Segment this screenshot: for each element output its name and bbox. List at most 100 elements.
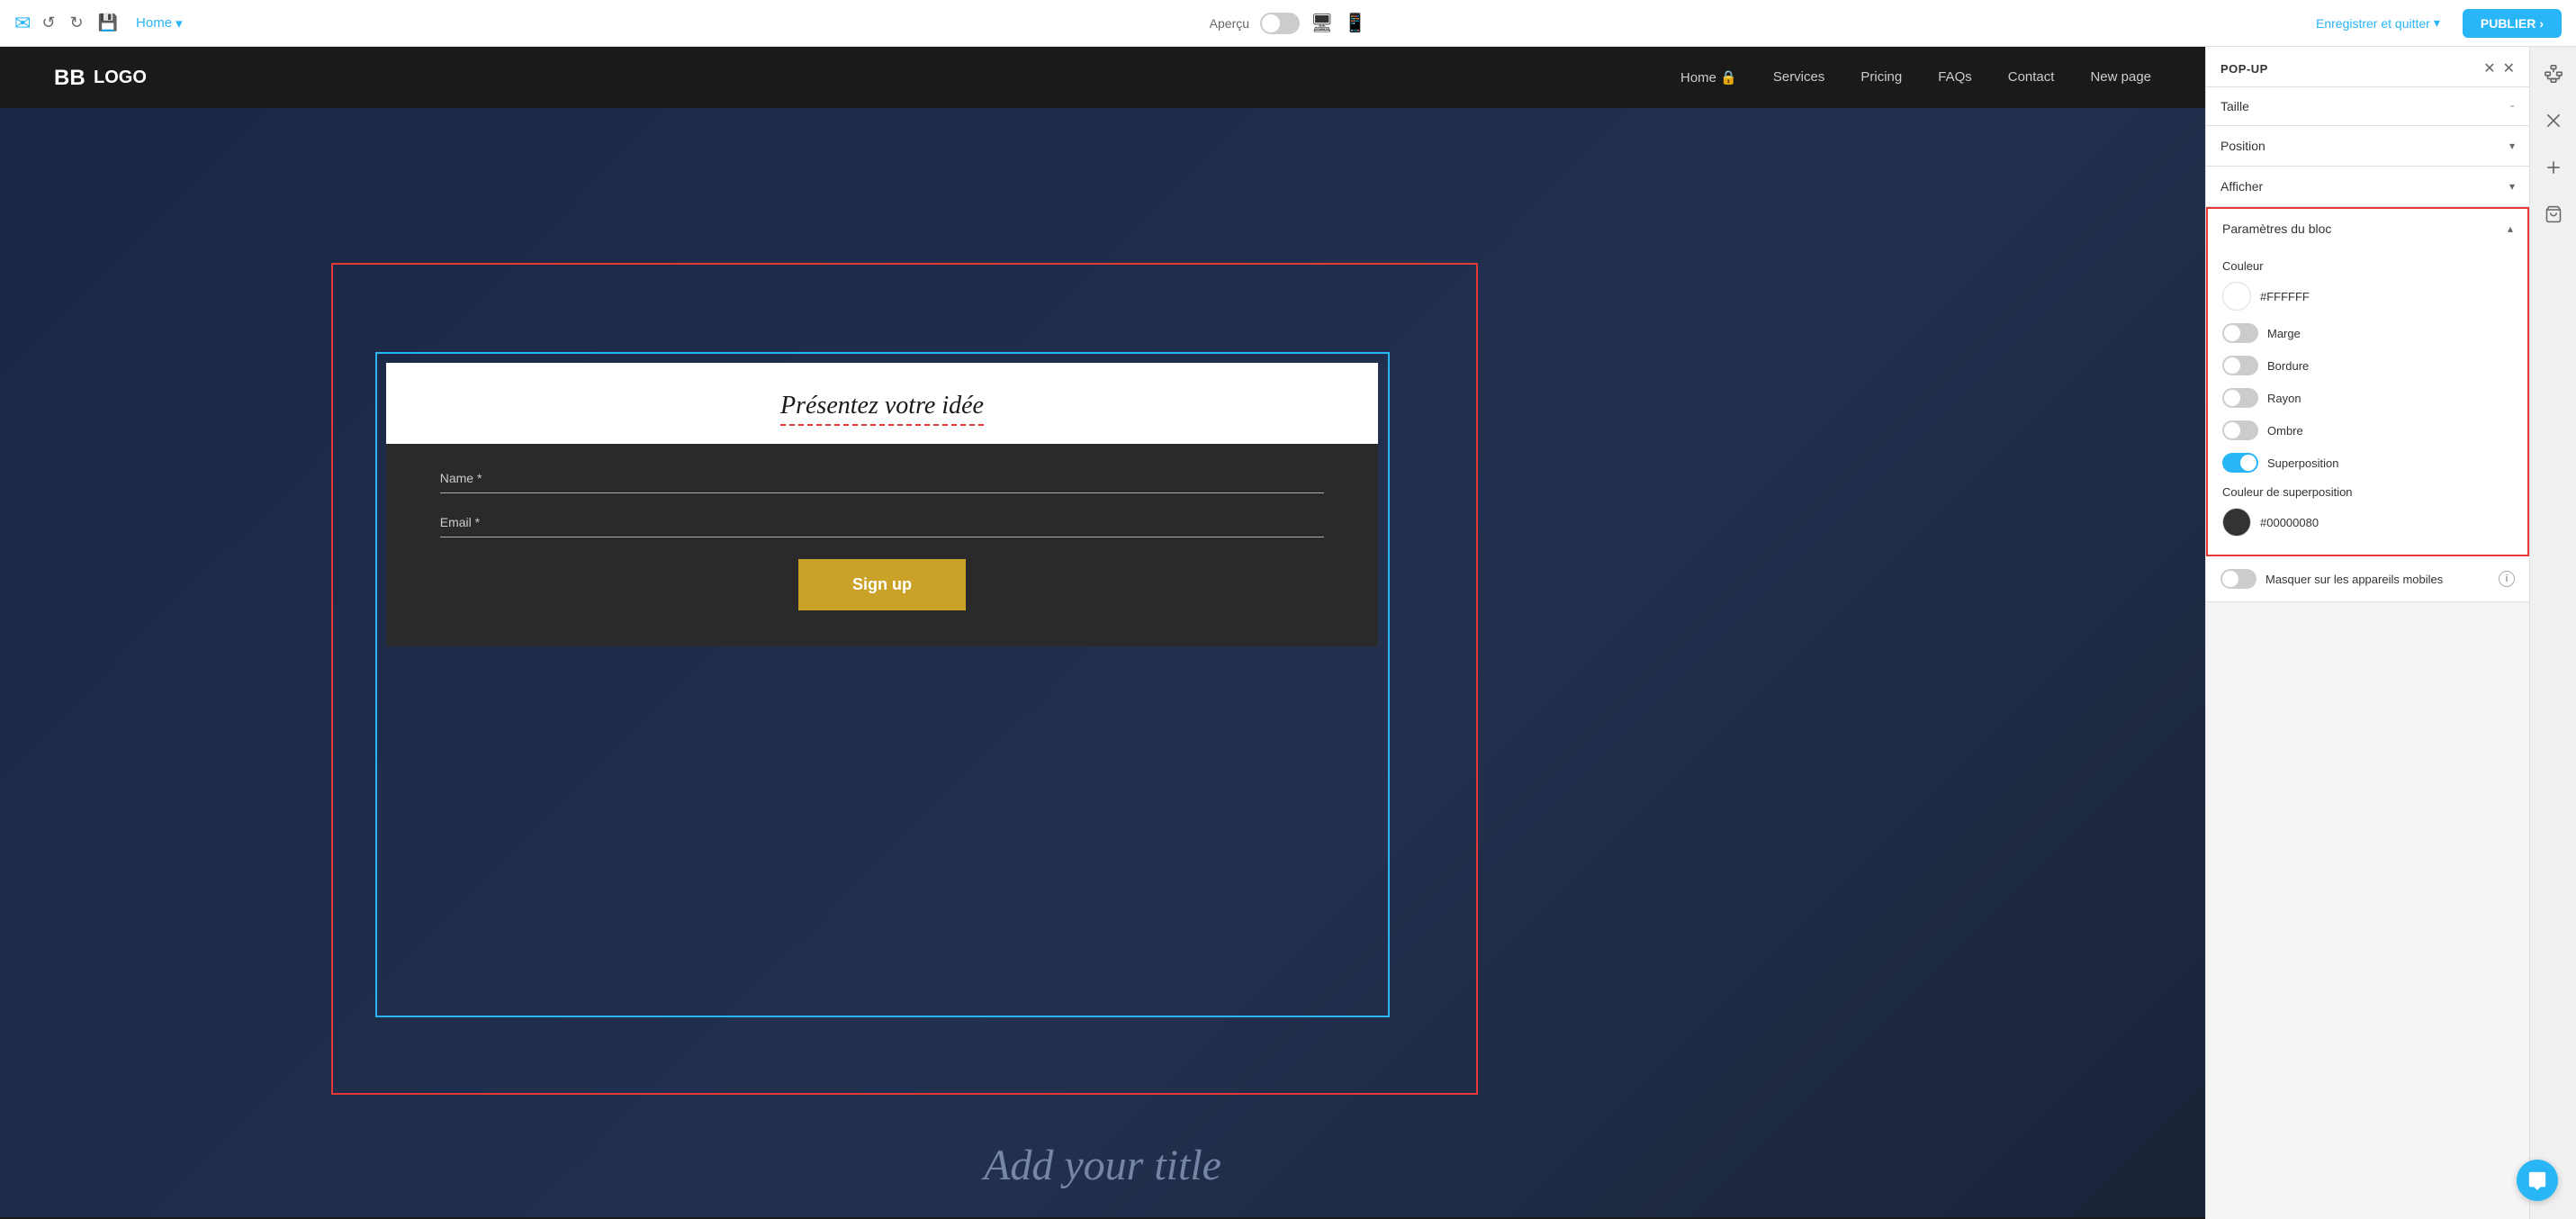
afficher-section: Afficher ▾ <box>2206 167 2529 207</box>
site-nav-links: Home 🔒 Services Pricing FAQs Contact New… <box>1680 69 2151 86</box>
mail-icon[interactable]: ✉ <box>14 12 31 35</box>
couleur-row: #FFFFFF <box>2222 282 2513 311</box>
bordure-label: Bordure <box>2267 359 2309 373</box>
sitemap-icon-button[interactable] <box>2537 58 2570 90</box>
taille-section: Taille - <box>2206 87 2529 126</box>
canvas: BB LOGO Home 🔒 Services Pricing FAQs Con… <box>0 47 2205 1219</box>
parametres-label: Paramètres du bloc <box>2222 221 2331 236</box>
overlay-color-label: Couleur de superposition <box>2222 485 2513 499</box>
marge-toggle[interactable] <box>2222 323 2258 343</box>
position-header[interactable]: Position ▾ <box>2206 126 2529 166</box>
position-chevron-icon: ▾ <box>2509 140 2515 152</box>
panel-header-actions: ✕ ✕ <box>2483 59 2515 77</box>
afficher-label: Afficher <box>2220 179 2263 194</box>
ombre-label: Ombre <box>2267 424 2303 438</box>
close-icon-button[interactable] <box>2537 104 2570 137</box>
position-label: Position <box>2220 139 2265 153</box>
parametres-section: Paramètres du bloc ▴ Couleur #FFFFFF Mar… <box>2206 207 2529 556</box>
rayon-toggle[interactable] <box>2222 388 2258 408</box>
far-right-sidebar <box>2529 47 2576 1219</box>
masquer-toggle[interactable] <box>2220 569 2256 589</box>
panel-header: POP-UP ✕ ✕ <box>2206 47 2529 87</box>
popup-title[interactable]: Présentez votre idée <box>780 392 984 426</box>
popup-form-area: Name * Email * Sign up <box>386 444 1379 646</box>
color-value: #FFFFFF <box>2260 290 2310 303</box>
topbar: ✉ ↺ ↻ 💾 Home ▾ Aperçu 🖥 📱 Enregistrer et… <box>0 0 2576 47</box>
parametres-chevron-icon: ▴ <box>2508 222 2513 235</box>
publish-button[interactable]: PUBLIER › <box>2463 9 2562 38</box>
ombre-toggle[interactable] <box>2222 420 2258 440</box>
couleur-label: Couleur <box>2222 259 2513 273</box>
save-button[interactable]: 💾 <box>95 10 122 36</box>
nav-item-services[interactable]: Services <box>1773 69 1825 86</box>
popup-box: Présentez votre idée Name * Email * Sign… <box>386 363 1379 646</box>
marge-label: Marge <box>2267 327 2301 340</box>
parametres-content: Couleur #FFFFFF Marge Bordure <box>2208 248 2527 555</box>
hero-title: Add your title <box>984 1141 1221 1190</box>
parametres-header[interactable]: Paramètres du bloc ▴ <box>2208 209 2527 248</box>
taille-label: Taille <box>2220 99 2249 113</box>
info-icon[interactable]: i <box>2499 571 2515 587</box>
marge-row: Marge <box>2222 323 2513 343</box>
svg-text:BB: BB <box>54 66 86 90</box>
bordure-toggle[interactable] <box>2222 356 2258 375</box>
superposition-toggle[interactable] <box>2222 453 2258 473</box>
home-nav-button[interactable]: Home ▾ <box>129 12 190 35</box>
site-nav: BB LOGO Home 🔒 Services Pricing FAQs Con… <box>0 47 2205 108</box>
afficher-header[interactable]: Afficher ▾ <box>2206 167 2529 206</box>
nav-item-home[interactable]: Home 🔒 <box>1680 69 1737 86</box>
nav-item-pricing[interactable]: Pricing <box>1860 69 1902 86</box>
apercu-toggle[interactable] <box>1260 13 1300 34</box>
logo-text: LOGO <box>94 68 147 88</box>
name-input-line[interactable] <box>440 492 1325 493</box>
overlay-color-value: #00000080 <box>2260 516 2319 529</box>
nav-item-faqs[interactable]: FAQs <box>1938 69 1972 86</box>
nav-item-newpage[interactable]: New page <box>2090 69 2151 86</box>
rayon-row: Rayon <box>2222 388 2513 408</box>
masquer-row: Masquer sur les appareils mobiles i <box>2206 556 2529 601</box>
panel-close-button[interactable]: ✕ <box>2503 59 2515 77</box>
overlay-color-swatch[interactable] <box>2222 508 2251 537</box>
logo-icon: BB <box>54 65 86 90</box>
redo-button[interactable]: ↻ <box>67 10 87 36</box>
chat-bubble[interactable] <box>2517 1160 2558 1201</box>
taille-value: - <box>2510 98 2515 114</box>
position-section: Position ▾ <box>2206 126 2529 167</box>
hero-background <box>0 108 2205 1217</box>
rayon-label: Rayon <box>2267 392 2301 405</box>
ombre-row: Ombre <box>2222 420 2513 440</box>
desktop-icon[interactable]: 🖥 <box>1311 12 1333 34</box>
add-icon-button[interactable] <box>2537 151 2570 184</box>
apercu-label: Aperçu <box>1210 16 1249 31</box>
site-hero: Présentez votre idée Name * Email * Sign… <box>0 108 2205 1217</box>
popup-title-area: Présentez votre idée <box>386 363 1379 444</box>
masquer-label: Masquer sur les appareils mobiles <box>2265 573 2443 586</box>
panel-pin-button[interactable]: ✕ <box>2483 59 2495 77</box>
email-label: Email * <box>440 515 1325 529</box>
superposition-label: Superposition <box>2267 456 2339 470</box>
cart-icon-button[interactable] <box>2537 198 2570 230</box>
name-form-group: Name * <box>440 471 1325 493</box>
email-form-group: Email * <box>440 515 1325 537</box>
overlay-color-row: #00000080 <box>2222 508 2513 537</box>
mobile-icon[interactable]: 📱 <box>1344 12 1366 34</box>
topbar-right: Enregistrer et quitter ▾ PUBLIER › <box>1377 9 2562 38</box>
right-panel: POP-UP ✕ ✕ Taille - Position ▾ Afficher … <box>2205 47 2529 1219</box>
name-label: Name * <box>440 471 1325 485</box>
home-chevron-icon: ▾ <box>176 15 183 32</box>
save-quit-button[interactable]: Enregistrer et quitter ▾ <box>2304 9 2452 37</box>
website-preview: BB LOGO Home 🔒 Services Pricing FAQs Con… <box>0 47 2205 1219</box>
undo-button[interactable]: ↺ <box>38 10 59 36</box>
panel-title: POP-UP <box>2220 62 2268 76</box>
site-logo: BB LOGO <box>54 65 147 90</box>
signup-button[interactable]: Sign up <box>798 559 966 610</box>
masquer-section: Masquer sur les appareils mobiles i <box>2206 556 2529 602</box>
color-swatch[interactable] <box>2222 282 2251 311</box>
home-label: Home <box>136 15 172 31</box>
save-quit-chevron-icon: ▾ <box>2434 15 2440 31</box>
topbar-center: Aperçu 🖥 📱 <box>1210 12 1367 34</box>
nav-item-contact[interactable]: Contact <box>2008 69 2055 86</box>
superposition-row: Superposition <box>2222 453 2513 473</box>
afficher-chevron-icon: ▾ <box>2509 180 2515 193</box>
bordure-row: Bordure <box>2222 356 2513 375</box>
